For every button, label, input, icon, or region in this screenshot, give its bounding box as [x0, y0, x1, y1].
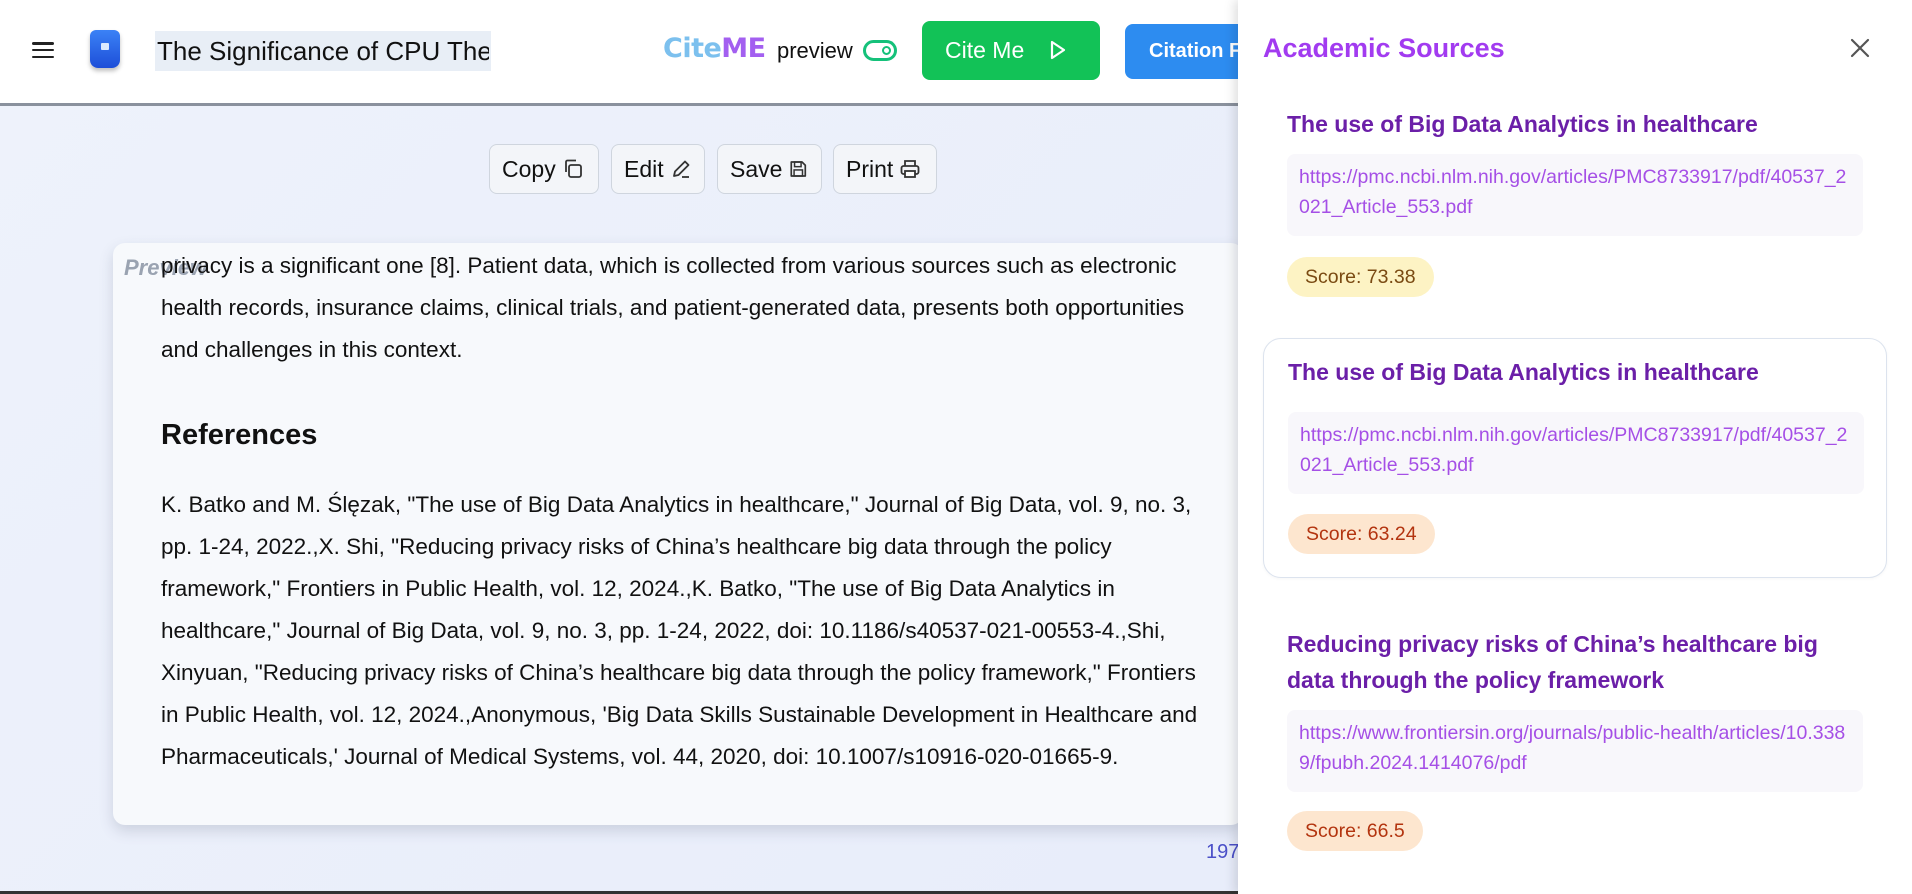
- source-title[interactable]: The use of Big Data Analytics in healthc…: [1287, 106, 1867, 142]
- reference-line: Pharmaceuticals,' Journal of Medical Sys…: [161, 744, 1119, 769]
- pencil-icon: [672, 160, 690, 178]
- hamburger-icon[interactable]: [32, 40, 54, 60]
- references-list: K. Batko and M. Ślęzak, "The use of Big …: [161, 484, 1251, 778]
- panel-title: Academic Sources: [1263, 33, 1505, 63]
- source-url-link[interactable]: https://pmc.ncbi.nlm.nih.gov/articles/PM…: [1287, 154, 1863, 236]
- play-icon: [1050, 40, 1066, 60]
- word-count: 197: [1206, 841, 1240, 863]
- reference-line: in Public Health, vol. 12, 2024.,Anonymo…: [161, 702, 1198, 727]
- app-logo: [90, 30, 120, 68]
- reference-line: healthcare," Journal of Big Data, vol. 9…: [161, 618, 1166, 643]
- print-button[interactable]: Print: [833, 144, 937, 194]
- preview-toggle[interactable]: [863, 40, 897, 61]
- copy-label: Copy: [502, 155, 556, 182]
- source-card[interactable]: The use of Big Data Analytics in healthc…: [1263, 90, 1887, 322]
- print-label: Print: [846, 155, 894, 182]
- document-title-input[interactable]: [155, 31, 491, 71]
- citation-button-label: Citation F: [1149, 40, 1242, 62]
- body-line: health records, insurance claims, clinic…: [161, 295, 1185, 320]
- copy-icon: [564, 159, 582, 178]
- brand-text-cite: Cite: [663, 33, 722, 64]
- toggle-on-icon: [882, 46, 891, 55]
- edit-label: Edit: [624, 155, 664, 182]
- preview-label: preview: [777, 38, 853, 63]
- cite-me-label: Cite Me: [945, 37, 1025, 63]
- printer-icon: [900, 160, 920, 178]
- body-line: privacy is a significant one [8]. Patien…: [161, 253, 1177, 278]
- floppy-disk-icon: [790, 161, 807, 177]
- score-badge: Score: 63.24: [1288, 514, 1435, 554]
- cite-me-button[interactable]: Cite Me: [922, 21, 1100, 80]
- score-badge: Score: 66.5: [1287, 811, 1423, 851]
- source-title[interactable]: The use of Big Data Analytics in healthc…: [1288, 354, 1868, 390]
- reference-line: pp. 1-24, 2022.,X. Shi, "Reducing privac…: [161, 534, 1112, 559]
- source-card[interactable]: Reducing privacy risks of China’s health…: [1263, 604, 1887, 884]
- brand-text-me: ME: [721, 33, 766, 64]
- reference-line: framework," Frontiers in Public Health, …: [161, 576, 1115, 601]
- save-label: Save: [730, 155, 783, 182]
- body-line: and challenges in this context.: [161, 337, 463, 362]
- reference-line: K. Batko and M. Ślęzak, "The use of Big …: [161, 492, 1192, 517]
- close-icon[interactable]: [1848, 36, 1872, 60]
- academic-sources-panel: Academic Sources The use of Big Data Ana…: [1238, 0, 1912, 894]
- source-url-link[interactable]: https://pmc.ncbi.nlm.nih.gov/articles/PM…: [1288, 412, 1864, 494]
- references-heading: References: [161, 419, 318, 451]
- brand-logo: CiteME: [663, 33, 766, 64]
- source-card[interactable]: The use of Big Data Analytics in healthc…: [1263, 338, 1887, 578]
- score-badge: Score: 73.38: [1287, 257, 1434, 297]
- reference-line: Xinyuan, "Reducing privacy risks of Chin…: [161, 660, 1196, 685]
- document-body: privacy is a significant one [8]. Patien…: [161, 245, 1251, 371]
- save-button[interactable]: Save: [717, 144, 822, 194]
- source-title[interactable]: Reducing privacy risks of China’s health…: [1287, 626, 1867, 698]
- source-url-link[interactable]: https://www.frontiersin.org/journals/pub…: [1287, 710, 1863, 792]
- copy-button[interactable]: Copy: [489, 144, 599, 194]
- edit-button[interactable]: Edit: [611, 144, 705, 194]
